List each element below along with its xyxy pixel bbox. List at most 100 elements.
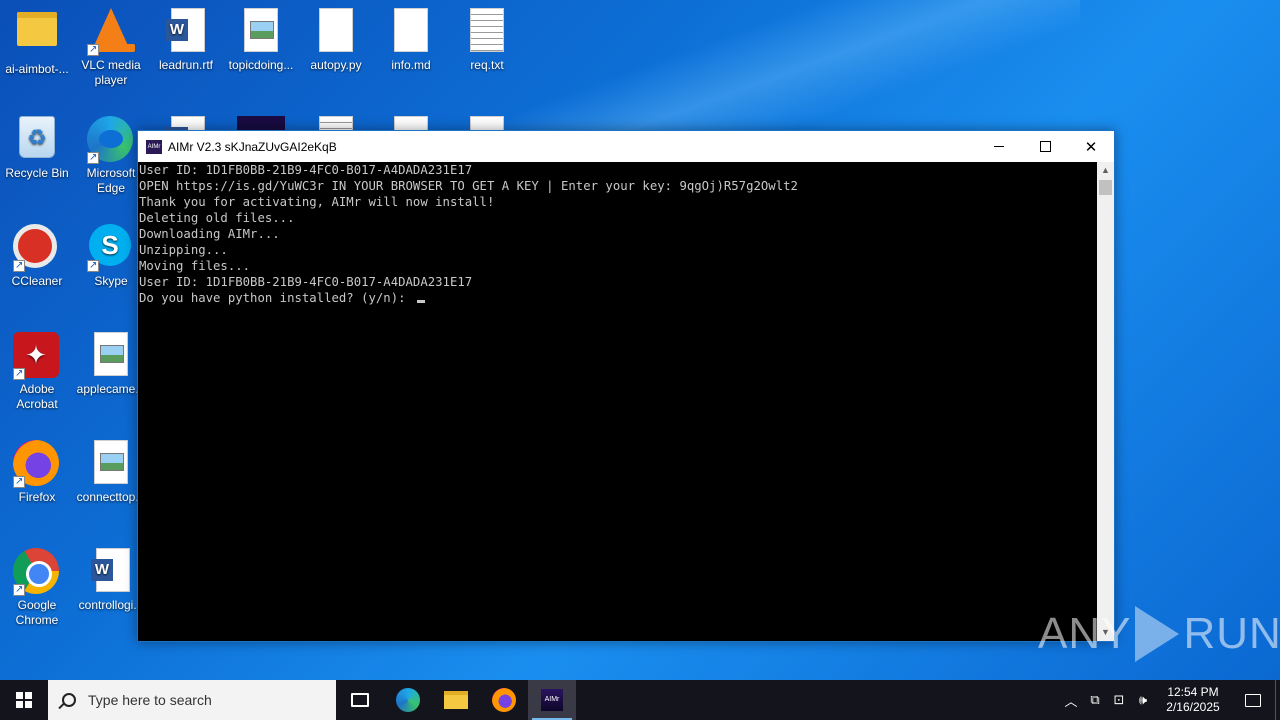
shortcut-arrow-icon bbox=[13, 258, 25, 273]
minimize-button[interactable] bbox=[976, 131, 1022, 162]
console-line: User ID: 1D1FB0BB-21B9-4FC0-B017-A4DADA2… bbox=[139, 275, 473, 289]
notification-icon bbox=[1245, 693, 1261, 707]
window-titlebar[interactable]: AIMr AIMr V2.3 sKJnaZUvGAI2eKqB ✕ bbox=[138, 131, 1114, 162]
image-file-icon bbox=[237, 8, 285, 56]
clock-time: 12:54 PM bbox=[1167, 685, 1219, 699]
desktop-icon-label: info.md bbox=[391, 58, 431, 72]
console-prompt-row[interactable]: Do you have python installed? (y/n): bbox=[139, 290, 1098, 306]
console-line: Downloading AIMr... bbox=[139, 227, 280, 241]
console-line: Deleting old files... bbox=[139, 211, 295, 225]
search-icon bbox=[62, 693, 76, 707]
scroll-thumb[interactable] bbox=[1099, 180, 1112, 195]
maximize-button[interactable] bbox=[1022, 131, 1068, 162]
close-button[interactable]: ✕ bbox=[1068, 131, 1114, 162]
chevron-up-icon[interactable]: ︿ bbox=[1059, 691, 1083, 710]
network-icon[interactable]: ⊡ bbox=[1107, 692, 1131, 708]
desktop-icon-label: Adobe Acrobat bbox=[16, 382, 58, 411]
console-line: OPEN https://is.gd/YuWC3r IN YOUR BROWSE… bbox=[139, 179, 798, 193]
vlc-icon bbox=[87, 8, 135, 57]
taskbar-edge-button[interactable] bbox=[384, 680, 432, 720]
minimize-icon bbox=[994, 146, 1004, 147]
scroll-up-arrow-icon[interactable]: ▲ bbox=[1097, 162, 1114, 179]
console-line: User ID: 1D1FB0BB-21B9-4FC0-B017-A4DADA2… bbox=[139, 163, 473, 177]
console-window[interactable]: AIMr AIMr V2.3 sKJnaZUvGAI2eKqB ✕ User I… bbox=[137, 130, 1115, 642]
watermark-left: ANY bbox=[1038, 609, 1132, 658]
desktop-icon-topicdoing[interactable]: topicdoing... bbox=[224, 4, 298, 73]
close-icon: ✕ bbox=[1084, 138, 1098, 156]
desktop-icon-leadrun[interactable]: W leadrun.rtf bbox=[149, 4, 223, 73]
desktop-icon-label: VLC media player bbox=[81, 58, 141, 87]
notification-button[interactable] bbox=[1231, 680, 1275, 720]
desktop-icon-vlc[interactable]: VLC media player bbox=[74, 4, 148, 88]
task-view-icon bbox=[351, 693, 369, 707]
desktop-icon-chrome[interactable]: Google Chrome bbox=[0, 544, 74, 628]
image-file-icon bbox=[87, 440, 135, 488]
shortcut-arrow-icon bbox=[87, 42, 99, 57]
edge-icon bbox=[396, 688, 420, 712]
word-document-icon: W bbox=[87, 548, 135, 596]
desktop-icon-firefox[interactable]: Firefox bbox=[0, 436, 74, 505]
clock-date: 2/16/2025 bbox=[1166, 700, 1220, 714]
aimr-app-icon: AIMr bbox=[541, 689, 563, 711]
taskbar: Type here to search AIMr ︿ ⧉ ⊡ 🕪 12:54 P… bbox=[0, 680, 1280, 720]
firefox-icon bbox=[492, 688, 516, 712]
text-file-icon bbox=[463, 8, 511, 56]
desktop-icon-acrobat[interactable]: ✦ Adobe Acrobat bbox=[0, 328, 74, 412]
taskbar-search-box[interactable]: Type here to search bbox=[48, 680, 336, 720]
play-icon bbox=[1135, 606, 1180, 662]
desktop-icon-label: leadrun.rtf bbox=[158, 58, 214, 72]
file-explorer-icon bbox=[444, 691, 468, 709]
console-prompt: Do you have python installed? (y/n): bbox=[139, 291, 413, 305]
window-title: AIMr V2.3 sKJnaZUvGAI2eKqB bbox=[168, 139, 337, 154]
console-output[interactable]: User ID: 1D1FB0BB-21B9-4FC0-B017-A4DADA2… bbox=[138, 162, 1098, 641]
acrobat-icon: ✦ bbox=[13, 332, 61, 381]
taskbar-firefox-button[interactable] bbox=[480, 680, 528, 720]
start-button[interactable] bbox=[0, 680, 48, 720]
task-view-button[interactable] bbox=[336, 680, 384, 720]
folder-icon bbox=[13, 12, 61, 60]
recycle-bin-icon: ♻ bbox=[13, 116, 61, 164]
desktop-icon-recycle-bin[interactable]: ♻ Recycle Bin bbox=[0, 112, 74, 181]
shortcut-arrow-icon bbox=[13, 366, 25, 381]
blank-file-icon bbox=[387, 8, 435, 56]
system-tray: ︿ ⧉ ⊡ 🕪 12:54 PM 2/16/2025 bbox=[1059, 680, 1280, 720]
aimr-app-icon: AIMr bbox=[146, 139, 162, 154]
taskbar-file-explorer-button[interactable] bbox=[432, 680, 480, 720]
vertical-scrollbar[interactable]: ▲ ▼ bbox=[1097, 162, 1114, 641]
maximize-icon bbox=[1039, 141, 1051, 152]
taskbar-aimr-button[interactable]: AIMr bbox=[528, 680, 576, 720]
desktop-icon-ccleaner[interactable]: CCleaner bbox=[0, 220, 74, 289]
desktop-icon-autopy[interactable]: autopy.py bbox=[299, 4, 373, 73]
console-line: Thank you for activating, AIMr will now … bbox=[139, 195, 495, 209]
desktop-icon-label: autopy.py bbox=[310, 58, 362, 72]
volume-icon[interactable]: 🕪 bbox=[1131, 692, 1155, 708]
shortcut-arrow-icon bbox=[87, 150, 99, 165]
console-line: Unzipping... bbox=[139, 243, 228, 257]
desktop-icon-label: CCleaner bbox=[11, 274, 63, 288]
taskbar-clock[interactable]: 12:54 PM 2/16/2025 bbox=[1155, 685, 1231, 715]
desktop-icon-req-txt[interactable]: req.txt bbox=[450, 4, 524, 73]
desktop-icon-label: topicdoing... bbox=[228, 58, 294, 72]
show-desktop-button[interactable] bbox=[1275, 680, 1280, 720]
desktop-icon-label: Recycle Bin bbox=[5, 166, 69, 180]
shortcut-arrow-icon bbox=[87, 258, 99, 273]
firefox-icon bbox=[13, 440, 61, 489]
search-placeholder: Type here to search bbox=[88, 692, 212, 708]
image-file-icon bbox=[87, 332, 135, 380]
edge-icon bbox=[87, 116, 135, 165]
device-icon[interactable]: ⧉ bbox=[1083, 692, 1107, 708]
console-line: Moving files... bbox=[139, 259, 251, 273]
chrome-icon bbox=[13, 548, 61, 597]
shortcut-arrow-icon bbox=[13, 582, 25, 597]
desktop-icon-info-md[interactable]: info.md bbox=[374, 4, 448, 73]
desktop-icon-ai-aimbot[interactable]: ai-aimbot-... bbox=[0, 4, 74, 77]
desktop-icon-label: Firefox bbox=[18, 490, 56, 504]
desktop-icon-label: ai-aimbot-... bbox=[5, 62, 69, 76]
ccleaner-icon bbox=[13, 224, 61, 273]
blank-file-icon bbox=[312, 8, 360, 56]
text-cursor bbox=[416, 300, 425, 303]
desktop-icon-label: req.txt bbox=[470, 58, 504, 72]
shortcut-arrow-icon bbox=[13, 474, 25, 489]
word-document-icon: W bbox=[162, 8, 210, 56]
anyrun-watermark: ANY RUN bbox=[1038, 606, 1280, 662]
